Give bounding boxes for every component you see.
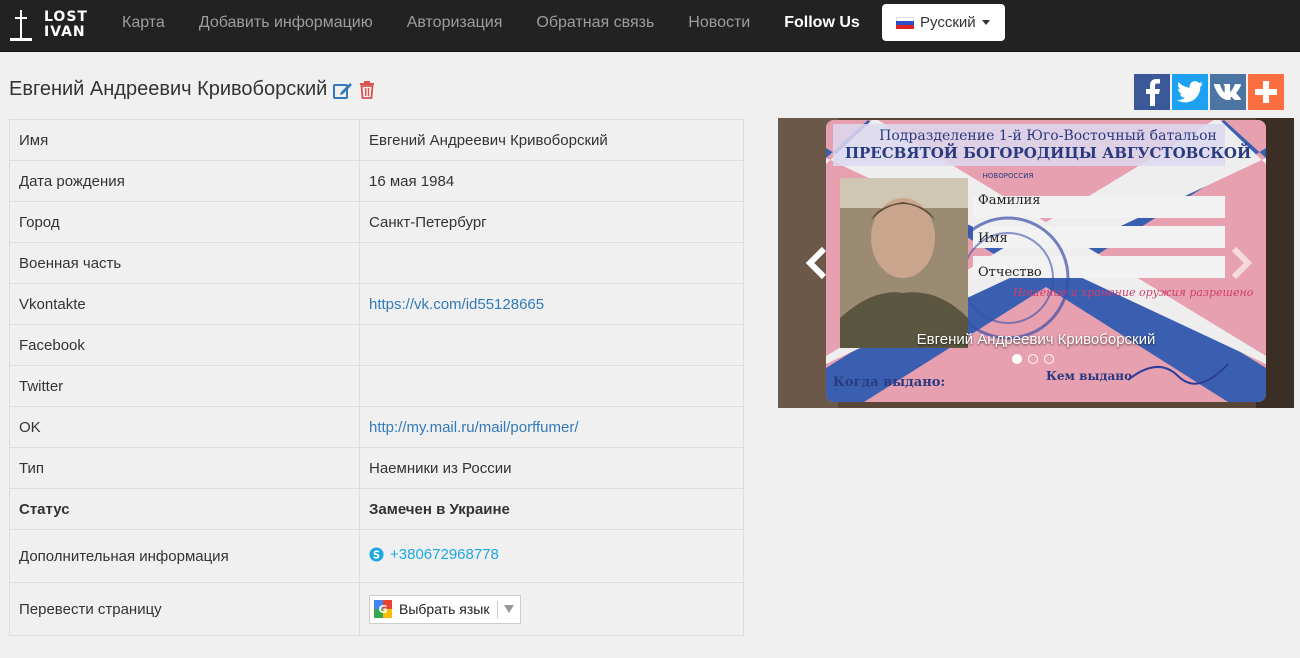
table-row: Город Санкт-Петербург bbox=[9, 201, 744, 243]
vk-icon[interactable] bbox=[1210, 74, 1246, 110]
status-value: Замечен в Украине bbox=[359, 488, 744, 530]
title-row: Евгений Андреевич Кривоборский bbox=[9, 78, 375, 101]
card-issued: Когда выдано: bbox=[833, 375, 945, 390]
table-row: Имя Евгений Андреевич Кривоборский bbox=[9, 119, 744, 161]
row-value: G Выбрать язык bbox=[359, 582, 744, 636]
top-navbar: LOST IVAN Карта Добавить информацию Авто… bbox=[0, 0, 1300, 52]
row-key: Тип bbox=[9, 447, 360, 489]
share-plus-icon[interactable] bbox=[1248, 74, 1284, 110]
row-value: Наемники из России bbox=[359, 447, 744, 489]
google-translate-select[interactable]: G Выбрать язык bbox=[369, 594, 522, 624]
row-value: https://vk.com/id55128665 bbox=[359, 283, 744, 325]
logo-cross-icon bbox=[10, 8, 32, 42]
page-title: Евгений Андреевич Кривоборский bbox=[9, 78, 328, 100]
id-card-photo: Подразделение 1-й Юго-Восточный батальон… bbox=[778, 118, 1294, 408]
vkontakte-link[interactable]: https://vk.com/id55128665 bbox=[369, 296, 544, 313]
row-key: Статус bbox=[9, 488, 360, 530]
card-line-2: ПРЕСВЯТОЙ БОГОРОДИЦЫ АВГУСТОВСКОЙ bbox=[845, 143, 1251, 162]
carousel-caption: Евгений Андреевич Кривоборский bbox=[916, 331, 1156, 348]
nav-news[interactable]: Новости bbox=[671, 0, 767, 51]
carousel-prev-chevron-icon[interactable] bbox=[804, 246, 830, 285]
photo-carousel: Подразделение 1-й Юго-Восточный батальон… bbox=[778, 118, 1294, 408]
delete-icon[interactable] bbox=[359, 80, 375, 99]
translate-label: Выбрать язык bbox=[399, 601, 490, 617]
table-row: Дата рождения 16 мая 1984 bbox=[9, 160, 744, 202]
table-row: Vkontakte https://vk.com/id55128665 bbox=[9, 283, 744, 325]
edit-icon[interactable] bbox=[333, 81, 353, 99]
row-key: OK bbox=[9, 406, 360, 448]
table-row: Статус Замечен в Украине bbox=[9, 488, 744, 530]
card-field-name: Имя bbox=[978, 231, 1008, 246]
nav-follow-us[interactable]: Follow Us bbox=[767, 0, 877, 51]
social-share-buttons bbox=[1134, 74, 1284, 110]
table-row: Тип Наемники из России bbox=[9, 447, 744, 489]
row-key: Город bbox=[9, 201, 360, 243]
facebook-icon[interactable] bbox=[1134, 74, 1170, 110]
language-label: Русский bbox=[920, 14, 976, 31]
language-dropdown[interactable]: Русский bbox=[882, 4, 1005, 41]
triangle-down-icon bbox=[504, 605, 515, 613]
svg-text:S: S bbox=[373, 549, 380, 561]
site-logo[interactable]: LOST IVAN bbox=[10, 8, 88, 42]
row-key: Facebook bbox=[9, 324, 360, 366]
row-key: Дата рождения bbox=[9, 160, 360, 202]
row-value: Евгений Андреевич Кривоборский bbox=[359, 119, 744, 161]
card-field-surname: Фамилия bbox=[978, 193, 1040, 208]
card-field-patronymic: Отчество bbox=[978, 265, 1042, 280]
logo-line-2: IVAN bbox=[44, 24, 86, 40]
russia-flag-icon bbox=[896, 16, 914, 29]
ok-link[interactable]: http://my.mail.ru/mail/porffumer/ bbox=[369, 419, 579, 436]
row-value: S +380672968778 bbox=[359, 529, 744, 583]
table-row: Дополнительная информация S +38067296877… bbox=[9, 529, 744, 583]
card-stamp: Ношение и хранение оружия разрешено bbox=[1012, 286, 1254, 299]
carousel-dot[interactable] bbox=[1028, 354, 1038, 364]
row-key: Военная часть bbox=[9, 242, 360, 284]
svg-text:G: G bbox=[378, 603, 387, 616]
carousel-dot[interactable] bbox=[1012, 354, 1022, 364]
row-value: Санкт-Петербург bbox=[359, 201, 744, 243]
logo-text: LOST IVAN bbox=[44, 10, 88, 40]
table-row: OK http://my.mail.ru/mail/porffumer/ bbox=[9, 406, 744, 448]
row-key: Vkontakte bbox=[9, 283, 360, 325]
card-issuer: Кем выдано bbox=[1046, 369, 1132, 383]
table-row: Военная часть bbox=[9, 242, 744, 284]
info-table: Имя Евгений Андреевич Кривоборский Дата … bbox=[9, 119, 744, 636]
skype-contact[interactable]: S +380672968778 bbox=[369, 546, 499, 563]
skype-icon: S bbox=[369, 547, 384, 562]
main-nav: Карта Добавить информацию Авторизация Об… bbox=[105, 0, 877, 51]
card-line-1: Подразделение 1-й Юго-Восточный батальон bbox=[879, 128, 1217, 144]
row-key: Перевести страницу bbox=[9, 582, 360, 636]
twitter-icon[interactable] bbox=[1172, 74, 1208, 110]
row-key: Twitter bbox=[9, 365, 360, 407]
row-value: 16 мая 1984 bbox=[359, 160, 744, 202]
nav-login[interactable]: Авторизация bbox=[390, 0, 520, 51]
row-value bbox=[359, 242, 744, 284]
row-value bbox=[359, 324, 744, 366]
carousel-dot[interactable] bbox=[1044, 354, 1054, 364]
nav-add-info[interactable]: Добавить информацию bbox=[182, 0, 390, 51]
card-brand: НОВОРОССИЯ bbox=[983, 172, 1034, 180]
row-value: http://my.mail.ru/mail/porffumer/ bbox=[359, 406, 744, 448]
table-row: Facebook bbox=[9, 324, 744, 366]
carousel-next-chevron-icon[interactable] bbox=[1228, 246, 1254, 285]
row-key: Дополнительная информация bbox=[9, 529, 360, 583]
table-row: Twitter bbox=[9, 365, 744, 407]
carousel-indicators bbox=[1012, 354, 1054, 364]
logo-line-1: LOST bbox=[44, 9, 88, 25]
caret-down-icon bbox=[981, 20, 990, 25]
table-row: Перевести страницу G Выбрать язык bbox=[9, 582, 744, 636]
google-translate-icon: G bbox=[374, 600, 392, 618]
skype-phone: +380672968778 bbox=[390, 546, 499, 563]
nav-map[interactable]: Карта bbox=[105, 0, 182, 51]
nav-feedback[interactable]: Обратная связь bbox=[519, 0, 671, 51]
row-value bbox=[359, 365, 744, 407]
row-key: Имя bbox=[9, 119, 360, 161]
